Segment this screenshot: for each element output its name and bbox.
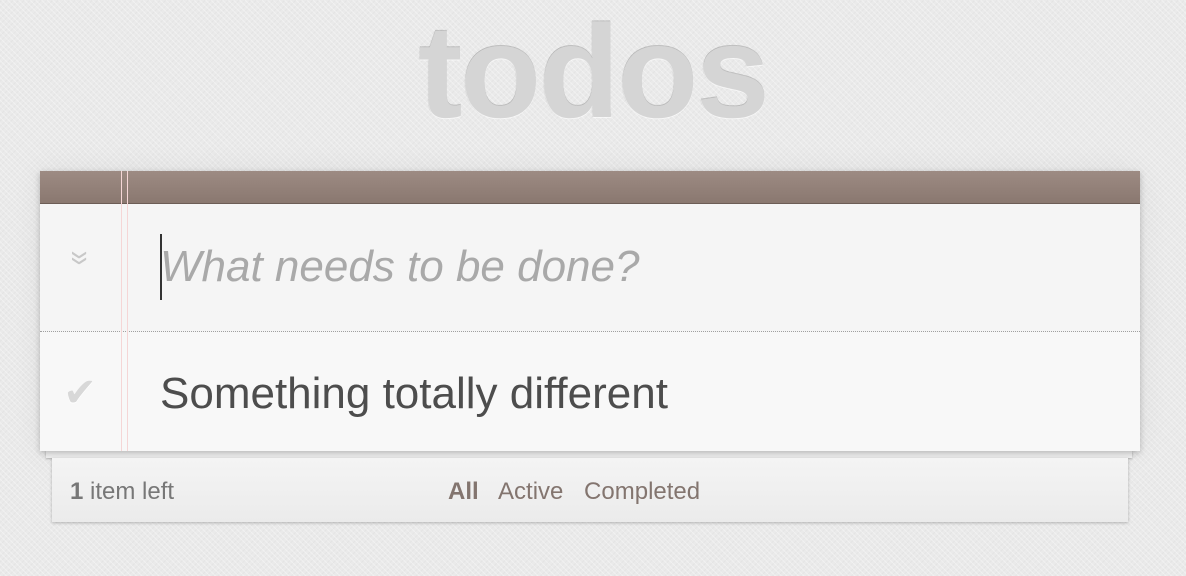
todo-count-number: 1 — [70, 478, 84, 505]
todo-item: ✔ Something totally different — [40, 348, 1140, 448]
card-header-bar — [40, 171, 1140, 204]
todo-list: ✔ Something totally different — [40, 348, 1140, 448]
filter-completed-link[interactable]: Completed — [584, 478, 700, 505]
new-todo-row: » — [40, 204, 1140, 332]
todo-count: 1 item left — [70, 478, 174, 506]
filter-all-link[interactable]: All — [448, 478, 479, 505]
margin-line-left — [121, 171, 122, 451]
filters: All Active Completed — [448, 478, 714, 506]
new-todo-input[interactable] — [160, 232, 1100, 302]
margin-line-right — [127, 171, 128, 451]
todo-app-card: » ✔ Something totally different — [40, 171, 1140, 451]
double-chevron-down-icon: » — [61, 250, 103, 266]
todo-footer: 1 item left All Active Completed — [52, 458, 1128, 522]
todo-count-text: item left — [83, 478, 175, 505]
todo-item-label[interactable]: Something totally different — [160, 366, 668, 422]
toggle-all-icon[interactable]: » — [61, 250, 103, 284]
filter-active-link[interactable]: Active — [498, 478, 563, 505]
app-title: todos — [418, 0, 769, 145]
complete-checkmark-icon[interactable]: ✔ — [60, 368, 100, 418]
